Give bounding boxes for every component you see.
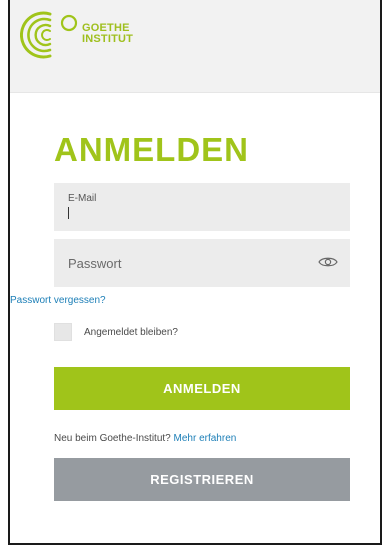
goethe-logo[interactable]: GOETHE INSTITUT	[20, 10, 133, 60]
remember-checkbox[interactable]	[54, 323, 72, 341]
brand-line-2: INSTITUT	[82, 33, 134, 45]
site-header: GOETHE INSTITUT	[10, 0, 380, 93]
brand-name: GOETHE INSTITUT	[82, 23, 133, 45]
forgot-password-link[interactable]: Passwort vergessen?	[10, 295, 106, 306]
register-prompt: Neu beim Goethe-Institut? Mehr erfahren	[54, 433, 236, 444]
eye-icon[interactable]	[318, 254, 338, 270]
email-field[interactable]: E-Mail	[54, 183, 350, 231]
password-placeholder: Passwort	[68, 256, 122, 271]
password-field[interactable]: Passwort	[54, 239, 350, 287]
more-info-link[interactable]: Mehr erfahren	[174, 433, 237, 444]
email-label: E-Mail	[68, 193, 97, 204]
login-button[interactable]: ANMELDEN	[54, 367, 350, 410]
register-prompt-text: Neu beim Goethe-Institut?	[54, 433, 171, 444]
remember-me[interactable]: Angemeldet bleiben?	[54, 323, 178, 341]
login-page: GOETHE INSTITUT ANMELDEN E-Mail Passwort…	[8, 0, 382, 545]
register-button[interactable]: REGISTRIEREN	[54, 458, 350, 501]
remember-label: Angemeldet bleiben?	[84, 326, 178, 338]
page-title: ANMELDEN	[54, 131, 249, 168]
goethe-logo-icon	[20, 11, 78, 59]
text-cursor	[68, 207, 69, 219]
